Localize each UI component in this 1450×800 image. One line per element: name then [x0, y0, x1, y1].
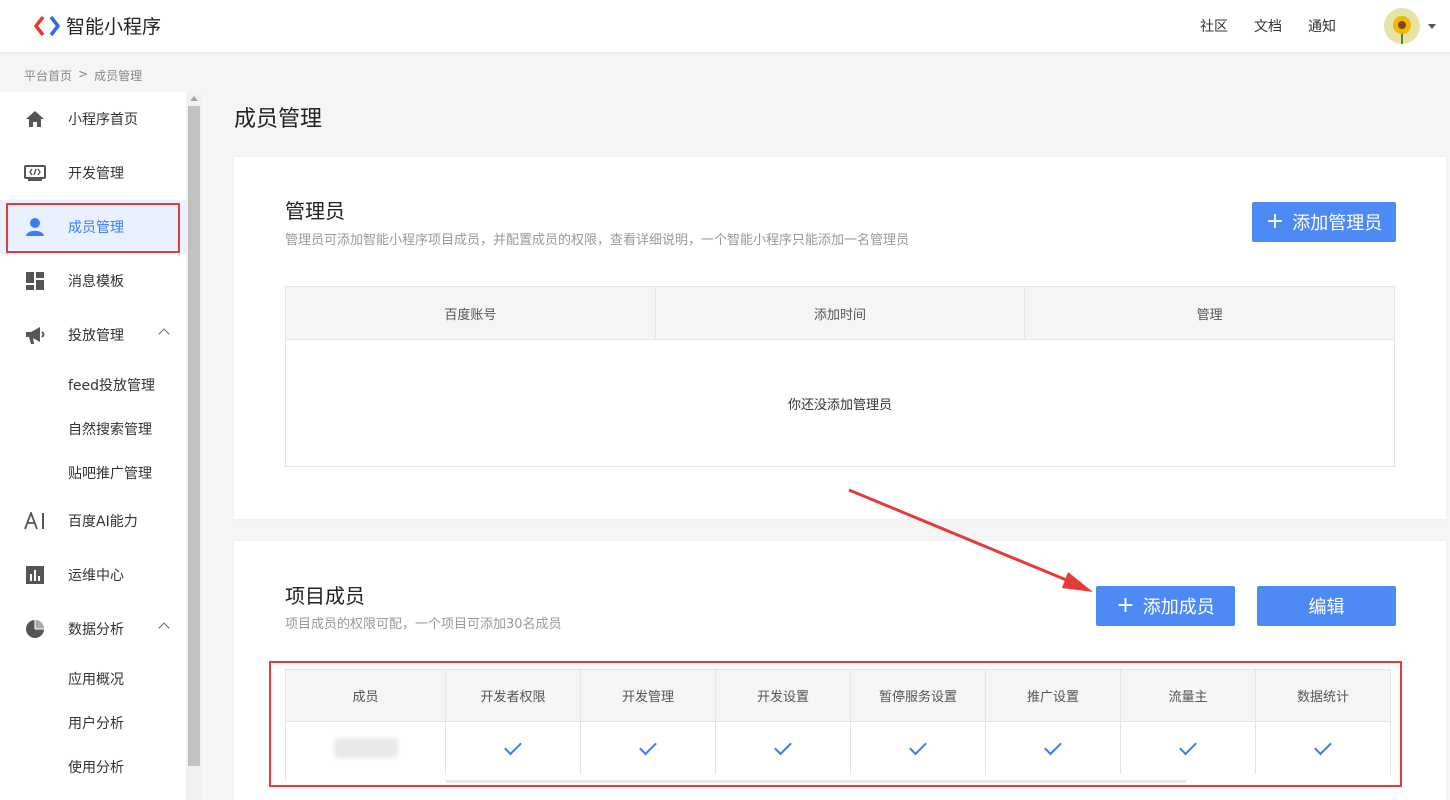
column-header: 成员 — [286, 670, 446, 721]
plus-icon: + — [1116, 593, 1135, 618]
edit-button[interactable]: 编辑 — [1257, 586, 1396, 626]
chevron-up-icon — [158, 328, 170, 340]
chevron-up-icon — [158, 622, 170, 634]
column-header: 暂停服务设置 — [851, 670, 986, 721]
member-name-redacted — [333, 738, 398, 758]
breadcrumb-current: 成员管理 — [94, 69, 143, 83]
sidebar-item-label: 成员管理 — [68, 220, 124, 236]
sidebar-scrollbar[interactable] — [186, 92, 202, 800]
check-icon — [1314, 737, 1332, 755]
chevron-down-icon[interactable] — [1428, 23, 1436, 29]
nav-community-link[interactable]: 社区 — [1200, 16, 1228, 36]
admin-section-title: 管理员 — [285, 199, 345, 223]
admin-table-header: 百度账号 添加时间 管理 — [286, 287, 1394, 340]
column-header: 数据统计 — [1256, 670, 1391, 721]
sidebar-item-label: 小程序首页 — [68, 112, 138, 128]
permission-cell — [446, 722, 581, 774]
sidebar-item-dev[interactable]: 开发管理 — [0, 146, 186, 200]
check-icon — [909, 737, 927, 755]
check-icon — [774, 737, 792, 755]
pie-chart-icon — [24, 618, 46, 640]
plus-icon: + — [1265, 209, 1285, 234]
members-section-title: 项目成员 — [285, 584, 365, 608]
permission-cell — [1256, 722, 1391, 774]
permission-cell — [581, 722, 716, 774]
user-icon — [24, 216, 46, 238]
column-header: 推广设置 — [986, 670, 1121, 721]
check-icon — [1179, 737, 1197, 755]
sidebar-item-label: 数据分析 — [68, 622, 124, 638]
add-member-button[interactable]: + 添加成员 — [1096, 586, 1235, 626]
column-header: 开发管理 — [581, 670, 716, 721]
sidebar-subitem-users[interactable]: 用户分析 — [68, 713, 124, 733]
check-icon — [639, 737, 657, 755]
logo-icon — [34, 15, 60, 36]
column-header: 添加时间 — [656, 287, 1026, 339]
nav-notifications-link[interactable]: 通知 — [1308, 16, 1336, 36]
admin-table: 百度账号 添加时间 管理 你还没添加管理员 — [285, 286, 1395, 467]
admin-card: 管理员 管理员可添加智能小程序项目成员，并配置成员的权限，查看详细说明，一个智能… — [234, 157, 1446, 519]
nav-docs-link[interactable]: 文档 — [1254, 16, 1282, 36]
home-icon — [24, 108, 46, 130]
empty-state-text: 你还没添加管理员 — [787, 398, 892, 413]
scroll-up-icon[interactable] — [190, 96, 198, 101]
bar-chart-icon — [24, 564, 46, 586]
add-admin-label: 添加管理员 — [1292, 213, 1383, 234]
megaphone-icon — [24, 324, 46, 346]
member-name-cell — [286, 722, 446, 774]
column-header: 流量主 — [1121, 670, 1256, 721]
permission-cell — [986, 722, 1121, 774]
breadcrumb-separator: > — [78, 67, 89, 81]
scrollbar-thumb[interactable] — [188, 106, 200, 766]
sidebar-item-ops[interactable]: 运维中心 — [0, 548, 186, 602]
members-table-header: 成员 开发者权限 开发管理 开发设置 暂停服务设置 推广设置 流量主 数据统计 — [286, 669, 1391, 722]
sidebar: 小程序首页 开发管理 成员管理 消息模板 投放管理 feed投放管理 自然搜索管… — [0, 92, 186, 800]
sidebar-item-label: 消息模板 — [68, 274, 124, 290]
column-header: 管理 — [1196, 307, 1223, 323]
top-nav: 社区 文档 通知 — [1200, 0, 1450, 52]
check-icon — [504, 737, 522, 755]
sidebar-item-home[interactable]: 小程序首页 — [0, 92, 186, 146]
sidebar-item-templates[interactable]: 消息模板 — [0, 254, 186, 308]
breadcrumb-home[interactable]: 平台首页 — [24, 67, 72, 84]
admin-section-desc: 管理员可添加智能小程序项目成员，并配置成员的权限，查看详细说明，一个智能小程序只… — [285, 233, 910, 248]
code-icon — [24, 162, 46, 184]
members-section-desc: 项目成员的权限可配，一个项目可添加30名成员 — [285, 617, 562, 632]
column-header: 开发设置 — [716, 670, 851, 721]
dashboard-icon — [24, 270, 46, 292]
page-title: 成员管理 — [234, 107, 323, 132]
column-header: 百度账号 — [286, 287, 656, 339]
avatar[interactable] — [1384, 8, 1420, 44]
sidebar-item-label: 开发管理 — [68, 166, 124, 182]
sidebar-item-members[interactable]: 成员管理 — [0, 200, 186, 254]
table-horizontal-scrollbar[interactable] — [446, 780, 1186, 783]
breadcrumb: 平台首页 > 成员管理 — [24, 67, 142, 84]
table-row — [286, 722, 1391, 774]
logo[interactable]: 智能小程序 — [34, 12, 161, 39]
add-admin-button[interactable]: + 添加管理员 — [1252, 202, 1396, 242]
sidebar-subitem-overview[interactable]: 应用概况 — [68, 669, 124, 689]
sidebar-subitem-tieba[interactable]: 贴吧推广管理 — [68, 463, 152, 483]
permission-cell — [1121, 722, 1256, 774]
app-name: 智能小程序 — [66, 16, 162, 38]
edit-label: 编辑 — [1308, 597, 1345, 618]
top-bar: 智能小程序 社区 文档 通知 — [0, 0, 1450, 52]
sidebar-item-label: 投放管理 — [68, 328, 124, 344]
sidebar-subitem-feed[interactable]: feed投放管理 — [68, 375, 155, 395]
add-member-label: 添加成员 — [1142, 597, 1215, 618]
column-header: 开发者权限 — [446, 670, 581, 721]
permission-cell — [716, 722, 851, 774]
members-table: 成员 开发者权限 开发管理 开发设置 暂停服务设置 推广设置 流量主 数据统计 — [285, 669, 1391, 781]
ai-icon — [24, 510, 46, 532]
sidebar-item-analytics[interactable]: 数据分析 — [0, 602, 186, 656]
check-icon — [1044, 737, 1062, 755]
sidebar-item-label: 运维中心 — [68, 568, 124, 584]
sidebar-subitem-usage[interactable]: 使用分析 — [68, 757, 124, 777]
sidebar-item-label: 百度AI能力 — [68, 514, 138, 530]
sidebar-item-ads[interactable]: 投放管理 — [0, 308, 186, 362]
members-card: 项目成员 项目成员的权限可配，一个项目可添加30名成员 + 添加成员 编辑 成员… — [234, 541, 1446, 800]
permission-cell — [851, 722, 986, 774]
sidebar-item-ai[interactable]: 百度AI能力 — [0, 494, 186, 548]
sidebar-subitem-search[interactable]: 自然搜索管理 — [68, 419, 152, 439]
